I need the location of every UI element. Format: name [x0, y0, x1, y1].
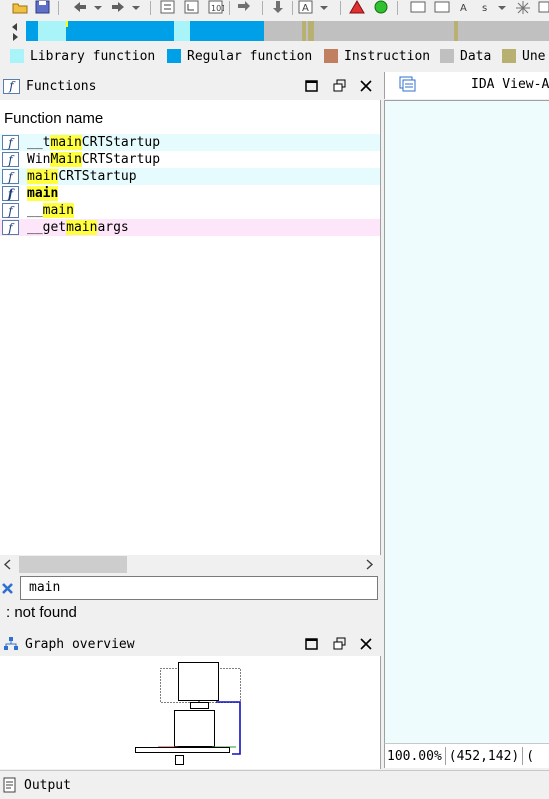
scroll-right-icon[interactable] [364, 559, 374, 570]
plugin-icon[interactable] [515, 0, 531, 14]
back-icon[interactable] [72, 0, 106, 14]
scroll-left-icon[interactable] [3, 559, 13, 570]
function-row[interactable]: f __t main CRTStartup [0, 134, 380, 151]
graph-overview-title: Graph overview [25, 636, 135, 652]
close-icon[interactable] [358, 78, 374, 94]
save-icon[interactable] [35, 0, 51, 14]
zoom-level: 100.00% [387, 748, 442, 764]
output-panel-header[interactable]: Output [0, 770, 549, 799]
down-arrow-icon[interactable] [270, 0, 286, 14]
graph-node [175, 755, 184, 765]
function-icon: f [3, 78, 20, 94]
float-icon[interactable] [332, 78, 348, 94]
graph-overview-canvas[interactable] [0, 656, 381, 769]
function-icon: f [2, 220, 19, 235]
function-icon: f [2, 186, 19, 201]
graph-node [174, 710, 215, 747]
legend-instruction: Instruction [324, 48, 430, 64]
open-folder-icon[interactable] [12, 0, 28, 14]
function-icon: f [2, 152, 19, 167]
run-icon[interactable] [373, 0, 389, 14]
data-icon[interactable] [434, 0, 450, 14]
horizontal-scrollbar[interactable] [0, 555, 380, 574]
svg-text:s: s [482, 3, 487, 14]
legend-regular-function: Regular function [167, 48, 312, 64]
graph-node [178, 662, 219, 701]
svg-text:A: A [460, 3, 467, 14]
function-row[interactable]: f main [0, 185, 380, 202]
hex-view-icon[interactable] [160, 0, 176, 14]
navigation-band[interactable] [26, 21, 549, 41]
function-icon: f [2, 203, 19, 218]
ida-view-tab-label: IDA View-A [471, 77, 549, 92]
function-row[interactable]: f Win Main CRTStartup [0, 151, 380, 168]
maximize-icon[interactable] [304, 636, 320, 652]
more-icon[interactable] [538, 0, 549, 14]
cursor-coordinates: (452,142) [448, 748, 520, 764]
ida-view-canvas[interactable] [384, 100, 549, 744]
functions-panel-header: f Functions [0, 74, 380, 98]
ida-view-tab[interactable]: IDA View-A [384, 72, 549, 99]
legend-data: Data [440, 48, 491, 64]
navigation-legend: Library function Regular function Instru… [0, 44, 549, 68]
string-icon[interactable]: A [458, 0, 474, 14]
output-icon [3, 777, 16, 793]
nav-band-arrows-icon[interactable] [10, 22, 20, 42]
search-input[interactable]: main [20, 576, 378, 600]
maximize-icon[interactable] [304, 78, 320, 94]
legend-library-function: Library function [10, 48, 155, 64]
function-row[interactable]: f main CRTStartup [0, 168, 380, 185]
functions-list[interactable]: Function name f __t main CRTStartup f Win M… [0, 100, 381, 555]
warning-icon[interactable] [349, 0, 365, 14]
toolbar: 101 A A s [0, 0, 549, 18]
column-header-function-name[interactable]: Function name [4, 110, 103, 127]
functions-panel-title: Functions [26, 78, 97, 94]
ida-view-status: 100.00% (452,142) ( [384, 743, 549, 768]
struct-view-icon[interactable] [184, 0, 200, 14]
graph-overview-header: Graph overview [0, 632, 380, 656]
enum-view-icon[interactable]: 101 [208, 0, 224, 14]
disassembly-icon [399, 76, 416, 92]
scrollbar-thumb[interactable] [19, 556, 127, 573]
function-row-selected[interactable]: f __get main args [0, 219, 380, 236]
svg-text:A: A [302, 3, 309, 14]
jump-icon[interactable] [236, 0, 252, 14]
function-row[interactable]: f __ main [0, 202, 380, 219]
float-icon[interactable] [332, 636, 348, 652]
close-icon[interactable] [358, 636, 374, 652]
graph-node [135, 747, 230, 753]
code-icon[interactable] [410, 0, 426, 14]
function-icon: f [2, 135, 19, 150]
forward-icon[interactable] [110, 0, 144, 14]
clear-search-icon[interactable] [1, 582, 14, 595]
text-style-icon[interactable]: A [298, 0, 332, 14]
output-panel-title: Output [24, 777, 71, 793]
graph-icon [4, 637, 18, 650]
graph-overview-drawing [135, 662, 241, 765]
graph-edge [216, 701, 241, 755]
legend-unexplored: Une [502, 48, 545, 64]
svg-text:101: 101 [211, 4, 224, 13]
function-icon: f [2, 169, 19, 184]
graph-node [190, 702, 209, 709]
status-extra: ( [526, 748, 535, 764]
search-bar: main [0, 575, 380, 601]
offset-icon[interactable]: s [480, 0, 510, 14]
search-status: : not found [6, 604, 77, 621]
